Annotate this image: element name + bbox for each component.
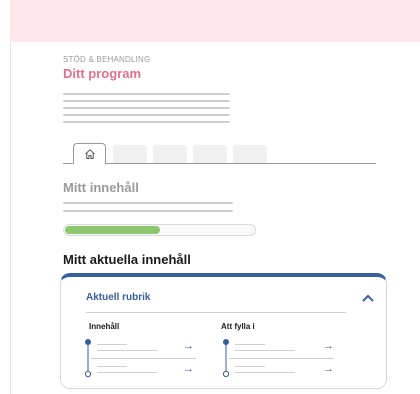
text-placeholder: [63, 202, 233, 204]
text-placeholder: [63, 100, 230, 102]
my-content-title: Mitt innehåll: [63, 180, 139, 195]
tab-5[interactable]: [233, 145, 267, 163]
home-icon: [84, 149, 95, 159]
tab-bar-baseline: [63, 163, 376, 164]
text-placeholder: [235, 350, 295, 351]
text-placeholder: [97, 372, 157, 373]
row-divider: [229, 358, 334, 359]
progress-bar-fill: [65, 226, 160, 234]
card-divider: [86, 312, 346, 313]
tab-home[interactable]: [73, 143, 106, 164]
text-placeholder: [97, 350, 157, 351]
current-content-title: Mitt aktuella innehåll: [63, 252, 191, 267]
text-placeholder: [63, 93, 230, 95]
text-placeholder: [97, 366, 127, 367]
tab-4[interactable]: [193, 145, 227, 163]
text-placeholder: [235, 366, 265, 367]
top-banner: [10, 0, 420, 42]
page-title: Ditt program: [63, 66, 141, 81]
column-header-content: Innehåll: [89, 322, 120, 331]
text-placeholder: [235, 372, 295, 373]
arrow-right-icon[interactable]: →: [323, 364, 334, 375]
card-title: Aktuell rubrik: [86, 292, 151, 303]
frame-divider: [10, 42, 11, 394]
tab-2[interactable]: [113, 145, 147, 163]
text-placeholder: [97, 344, 127, 345]
current-content-card: Aktuell rubrik Innehåll Att fylla i → → …: [60, 273, 387, 389]
timeline-icon: [84, 339, 92, 378]
column-header-fill-in: Att fylla i: [221, 322, 255, 331]
eyebrow-label: STÖD & BEHANDLING: [63, 55, 151, 64]
timeline-icon: [222, 339, 230, 378]
arrow-right-icon[interactable]: →: [183, 341, 194, 352]
chevron-up-icon[interactable]: [361, 293, 375, 303]
arrow-right-icon[interactable]: →: [183, 364, 194, 375]
text-placeholder: [63, 114, 230, 116]
text-placeholder: [63, 210, 233, 212]
text-placeholder: [63, 107, 230, 109]
arrow-right-icon[interactable]: →: [323, 341, 334, 352]
row-divider: [91, 358, 196, 359]
progress-bar: [63, 224, 256, 236]
text-placeholder: [235, 344, 265, 345]
tab-3[interactable]: [153, 145, 187, 163]
text-placeholder: [63, 121, 230, 123]
